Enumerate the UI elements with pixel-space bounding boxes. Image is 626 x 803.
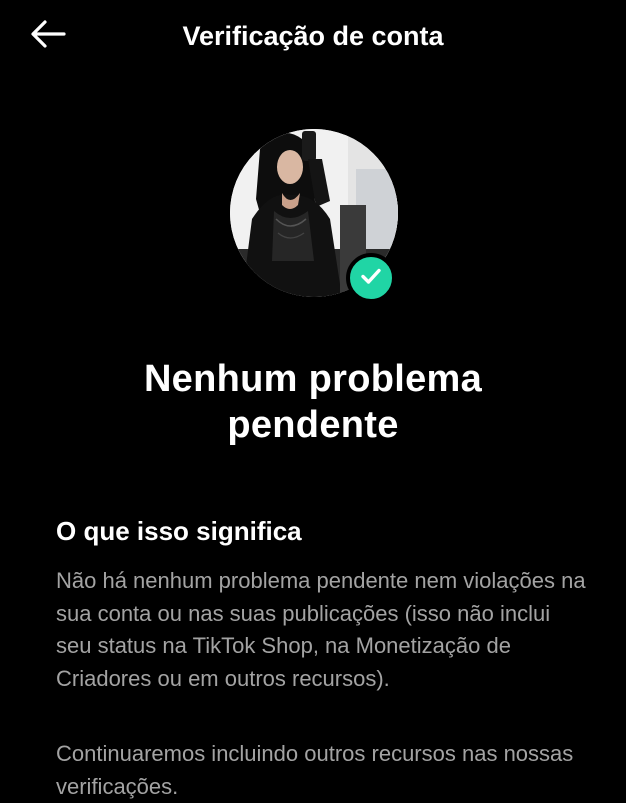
status-title: Nenhum problema pendente	[143, 358, 483, 446]
section-heading: O que isso significa	[56, 516, 302, 546]
top-bar: Verificação de conta	[0, 0, 626, 72]
profile-avatar-container	[230, 129, 398, 303]
check-icon	[358, 263, 384, 294]
verified-badge	[346, 253, 396, 303]
info-paragraph-2: Continuaremos incluindo outros recursos …	[56, 741, 574, 799]
page-title: Verificação de conta	[182, 21, 444, 51]
info-paragraph-1: Não há nenhum problema pendente nem viol…	[56, 568, 586, 691]
